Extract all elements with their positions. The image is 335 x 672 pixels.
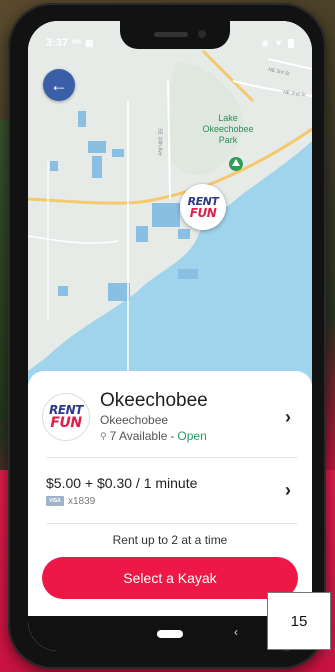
status-time: 3:37 bbox=[46, 37, 69, 49]
select-kayak-button[interactable]: Select a Kayak bbox=[42, 557, 298, 599]
phone-frame: SE 34th Ave NE 3rd St NE 2nd St Lake Oke… bbox=[8, 3, 326, 669]
nav-back-icon[interactable]: ‹ bbox=[234, 625, 238, 639]
station-row[interactable]: RENT FUN Okeechobee Okeechobee ⚲ 7 Avail… bbox=[42, 385, 298, 449]
station-info: Okeechobee Okeechobee ⚲ 7 Available - Op… bbox=[100, 390, 278, 444]
rent-limit-text: Rent up to 2 at a time bbox=[112, 533, 228, 547]
front-camera bbox=[198, 30, 206, 38]
marker-logo-rent: RENT bbox=[187, 194, 219, 208]
availability-separator: - bbox=[170, 429, 175, 443]
card-last4: x1839 bbox=[68, 495, 96, 507]
station-logo-fun: FUN bbox=[50, 415, 82, 431]
back-button[interactable]: ← bbox=[43, 69, 75, 101]
status-ampm: PM bbox=[72, 40, 82, 46]
pricing-row[interactable]: $5.00 + $0.30 / 1 minute VISA x1839 › bbox=[46, 465, 298, 515]
marker-logo-fun: FUN bbox=[189, 205, 217, 220]
arrow-left-icon: ← bbox=[50, 74, 68, 95]
station-name: Okeechobee bbox=[100, 390, 208, 411]
phone-screen: SE 34th Ave NE 3rd St NE 2nd St Lake Oke… bbox=[28, 21, 312, 651]
status-right: ◉ ▼ bbox=[261, 38, 294, 49]
status-left: 3:37 PM ▣ bbox=[46, 37, 94, 49]
station-subtitle: Okeechobee bbox=[100, 413, 169, 427]
map-view[interactable]: SE 34th Ave NE 3rd St NE 2nd St Lake Oke… bbox=[28, 21, 312, 401]
divider bbox=[46, 523, 298, 524]
park-label: Lake Okeechobee Park bbox=[202, 113, 254, 145]
chevron-right-icon: › bbox=[285, 479, 291, 500]
notification-icon: ▣ bbox=[85, 37, 94, 48]
battery-icon bbox=[288, 38, 294, 48]
station-map-marker[interactable]: RENT FUN bbox=[180, 184, 226, 230]
station-availability: ⚲ 7 Available - Open bbox=[100, 428, 278, 444]
visa-card-icon: VISA bbox=[46, 496, 64, 506]
page-number: 15 bbox=[267, 592, 331, 650]
pin-icon: ⚲ bbox=[100, 431, 107, 441]
road-label: SE 34th Ave bbox=[156, 128, 163, 156]
pricing-info: $5.00 + $0.30 / 1 minute VISA x1839 bbox=[46, 474, 278, 507]
wifi-icon: ▼ bbox=[274, 38, 283, 48]
price-text: $5.00 + $0.30 / 1 minute bbox=[46, 474, 198, 491]
available-count: 7 Available bbox=[109, 429, 168, 443]
home-button[interactable] bbox=[157, 629, 183, 638]
location-icon: ◉ bbox=[261, 37, 270, 48]
phone-notch bbox=[120, 21, 230, 49]
divider bbox=[46, 457, 298, 458]
open-status: Open bbox=[177, 429, 207, 443]
station-logo: RENT FUN bbox=[42, 393, 90, 441]
payment-card: VISA x1839 bbox=[46, 496, 278, 507]
speaker-grille bbox=[154, 32, 188, 37]
chevron-right-icon: › bbox=[285, 406, 291, 427]
